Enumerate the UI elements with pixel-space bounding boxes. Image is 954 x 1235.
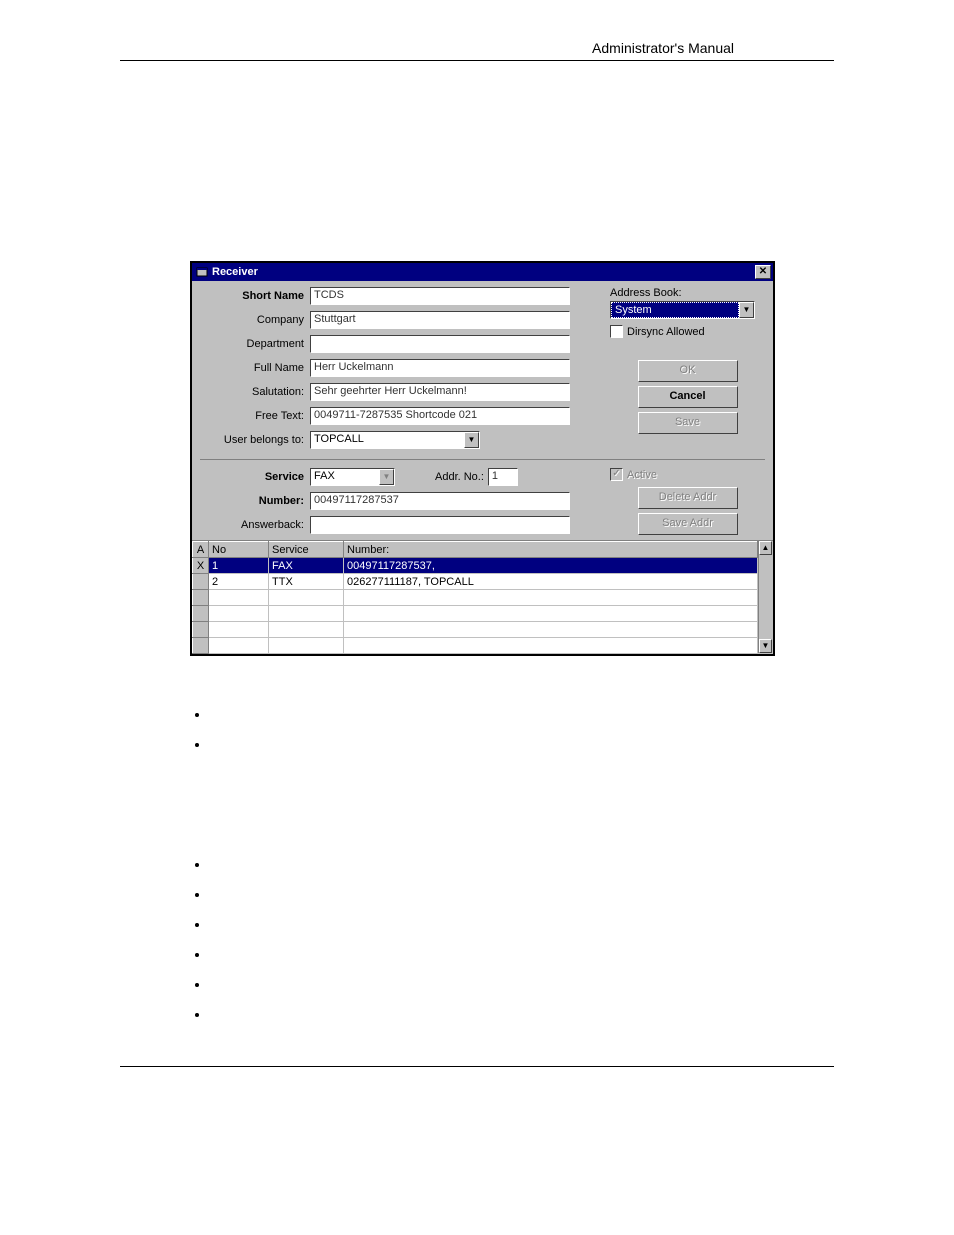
salutation-input[interactable]: Sehr geehrter Herr Uckelmann! — [310, 383, 570, 401]
grid-header-no[interactable]: No — [209, 542, 269, 558]
short-name-input[interactable]: TCDS — [310, 287, 570, 305]
addr-no-input[interactable]: 1 — [488, 468, 518, 486]
titlebar[interactable]: Receiver ✕ — [192, 263, 773, 281]
free-text-input[interactable]: 0049711-7287535 Shortcode 021 — [310, 407, 570, 425]
company-label: Company — [200, 314, 310, 326]
bullet-list-2 — [190, 856, 834, 1036]
chevron-down-icon[interactable]: ▼ — [464, 432, 479, 448]
delete-addr-button[interactable]: Delete Addr — [638, 487, 738, 509]
short-name-label: Short Name — [200, 290, 310, 302]
address-grid[interactable]: A No Service Number: X1FAX00497117287537… — [192, 540, 773, 654]
department-label: Department — [200, 338, 310, 350]
salutation-label: Salutation: — [200, 386, 310, 398]
number-input[interactable]: 00497117287537 — [310, 492, 570, 510]
app-icon — [196, 266, 208, 278]
save-addr-button[interactable]: Save Addr — [638, 513, 738, 535]
full-name-input[interactable]: Herr Uckelmann — [310, 359, 570, 377]
receiver-dialog: Receiver ✕ Short Name TCDS Company Stutt… — [190, 261, 775, 656]
grid-scrollbar[interactable]: ▲ ▼ — [758, 541, 773, 653]
free-text-label: Free Text: — [200, 410, 310, 422]
dialog-title: Receiver — [212, 266, 755, 278]
grid-header-number[interactable]: Number: — [344, 542, 758, 558]
user-belongs-label: User belongs to: — [200, 434, 310, 446]
service-label: Service — [200, 471, 310, 483]
grid-header-service[interactable]: Service — [269, 542, 344, 558]
dirsync-checkbox[interactable] — [610, 325, 623, 338]
ok-button[interactable]: OK — [638, 360, 738, 382]
table-row[interactable] — [193, 590, 758, 606]
close-button[interactable]: ✕ — [755, 265, 771, 279]
grid-header-a[interactable]: A — [193, 542, 209, 558]
chevron-down-icon: ▼ — [379, 469, 394, 485]
dirsync-label: Dirsync Allowed — [627, 326, 705, 338]
cancel-button[interactable]: Cancel — [638, 386, 738, 408]
table-row[interactable] — [193, 622, 758, 638]
page-footer-rule — [120, 1066, 834, 1067]
company-input[interactable]: Stuttgart — [310, 311, 570, 329]
table-row[interactable]: 2TTX026277111187, TOPCALL — [193, 574, 758, 590]
answerback-label: Answerback: — [200, 519, 310, 531]
answerback-input[interactable] — [310, 516, 570, 534]
number-label: Number: — [200, 495, 310, 507]
addr-no-label: Addr. No.: — [435, 471, 484, 483]
address-book-select[interactable]: System ▼ — [610, 301, 755, 319]
department-input[interactable] — [310, 335, 570, 353]
active-label: Active — [627, 469, 657, 481]
table-row[interactable]: X1FAX00497117287537, — [193, 558, 758, 574]
service-select[interactable]: FAX ▼ — [310, 468, 395, 486]
scroll-up-icon[interactable]: ▲ — [759, 541, 772, 555]
save-button[interactable]: Save — [638, 412, 738, 434]
page-header: Administrator's Manual — [120, 40, 834, 61]
address-book-label: Address Book: — [610, 287, 765, 299]
user-belongs-select[interactable]: TOPCALL ▼ — [310, 431, 480, 449]
active-checkbox: ✓ — [610, 468, 623, 481]
bullet-list-1 — [190, 706, 834, 1036]
full-name-label: Full Name — [200, 362, 310, 374]
chevron-down-icon[interactable]: ▼ — [739, 302, 754, 318]
table-row[interactable] — [193, 606, 758, 622]
table-row[interactable] — [193, 638, 758, 654]
scroll-down-icon[interactable]: ▼ — [759, 639, 772, 653]
